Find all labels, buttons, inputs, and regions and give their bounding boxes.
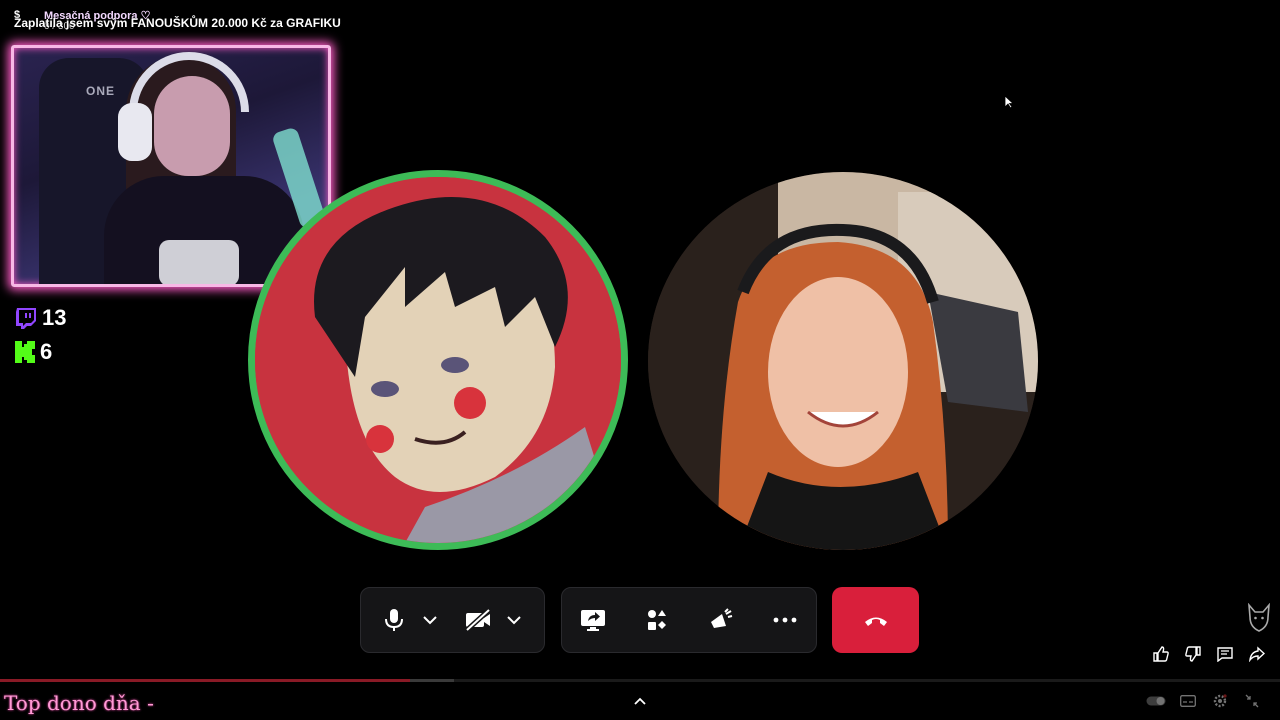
video-progress-bar[interactable] xyxy=(0,679,1280,682)
top-donation-ticker: Top dono dňa - xyxy=(4,691,154,715)
end-call-button[interactable] xyxy=(832,587,919,653)
chevron-down-icon xyxy=(507,616,521,625)
soundboard-button[interactable] xyxy=(698,597,744,643)
twitch-icon xyxy=(16,308,36,329)
comment-icon xyxy=(1217,647,1233,662)
player-controls-right xyxy=(1146,692,1262,710)
share-icon xyxy=(1249,646,1265,662)
kick-icon xyxy=(15,341,35,363)
exit-fullscreen-button[interactable] xyxy=(1242,692,1262,710)
more-icon xyxy=(773,617,797,623)
stream-overlay-header: $ Mesačná podpora ♡ 0 / 300 Zaplatila js… xyxy=(14,8,414,36)
video-reaction-actions xyxy=(1150,643,1268,665)
soundboard-icon xyxy=(711,608,733,628)
participant-camera-tile[interactable] xyxy=(648,172,1038,550)
participant-avatar-tile[interactable] xyxy=(248,170,628,550)
share-button[interactable] xyxy=(1246,643,1268,665)
camera-off-icon xyxy=(465,608,491,632)
toggle-icon xyxy=(1146,696,1166,706)
webcam-held-item xyxy=(159,240,239,284)
microphone-icon xyxy=(385,609,403,631)
audio-settings-dropdown[interactable] xyxy=(417,597,443,643)
illustrated-avatar xyxy=(255,177,621,543)
video-progress-fill xyxy=(0,679,410,682)
video-title: Zaplatila jsem svým FANOUŠKŮM 20.000 Kč … xyxy=(14,16,341,30)
dislike-button[interactable] xyxy=(1182,643,1204,665)
captions-button[interactable] xyxy=(1178,692,1198,710)
webcam-headphone xyxy=(118,103,152,161)
audio-video-controls xyxy=(360,587,545,653)
camera-toggle-button[interactable] xyxy=(455,597,501,643)
twitch-viewer-count: 13 xyxy=(42,305,67,330)
thumbs-down-icon xyxy=(1185,646,1201,662)
call-action-controls xyxy=(561,587,817,653)
captions-icon xyxy=(1180,695,1196,707)
video-buffer-fill xyxy=(409,679,455,682)
like-button[interactable] xyxy=(1150,643,1172,665)
microphone-button[interactable] xyxy=(371,597,417,643)
more-options-button[interactable] xyxy=(762,597,808,643)
chair-logo: ONE xyxy=(86,84,116,98)
exit-fullscreen-icon xyxy=(1245,694,1259,708)
chevron-down-icon xyxy=(423,616,437,625)
twitch-viewer-counter: 13 xyxy=(14,305,66,331)
mouse-cursor-icon xyxy=(1004,95,1014,109)
thumbs-up-icon xyxy=(1153,646,1169,662)
hang-up-icon xyxy=(864,617,887,626)
autoplay-toggle[interactable] xyxy=(1146,692,1166,710)
webcam-headphone-band xyxy=(129,52,249,112)
comments-button[interactable] xyxy=(1214,643,1236,665)
activities-button[interactable] xyxy=(634,597,680,643)
wolf-logo-icon xyxy=(1248,603,1270,632)
screen-share-button[interactable] xyxy=(570,597,616,643)
chevron-up-icon[interactable] xyxy=(632,693,648,709)
activities-icon xyxy=(648,610,666,630)
settings-button[interactable] xyxy=(1210,692,1230,710)
gear-icon xyxy=(1213,694,1227,708)
kick-viewer-count: 6 xyxy=(40,339,53,364)
camera-feed xyxy=(648,172,1038,550)
kick-viewer-counter: 6 xyxy=(14,339,52,365)
video-settings-dropdown[interactable] xyxy=(501,597,527,643)
screen-share-icon xyxy=(581,610,605,631)
